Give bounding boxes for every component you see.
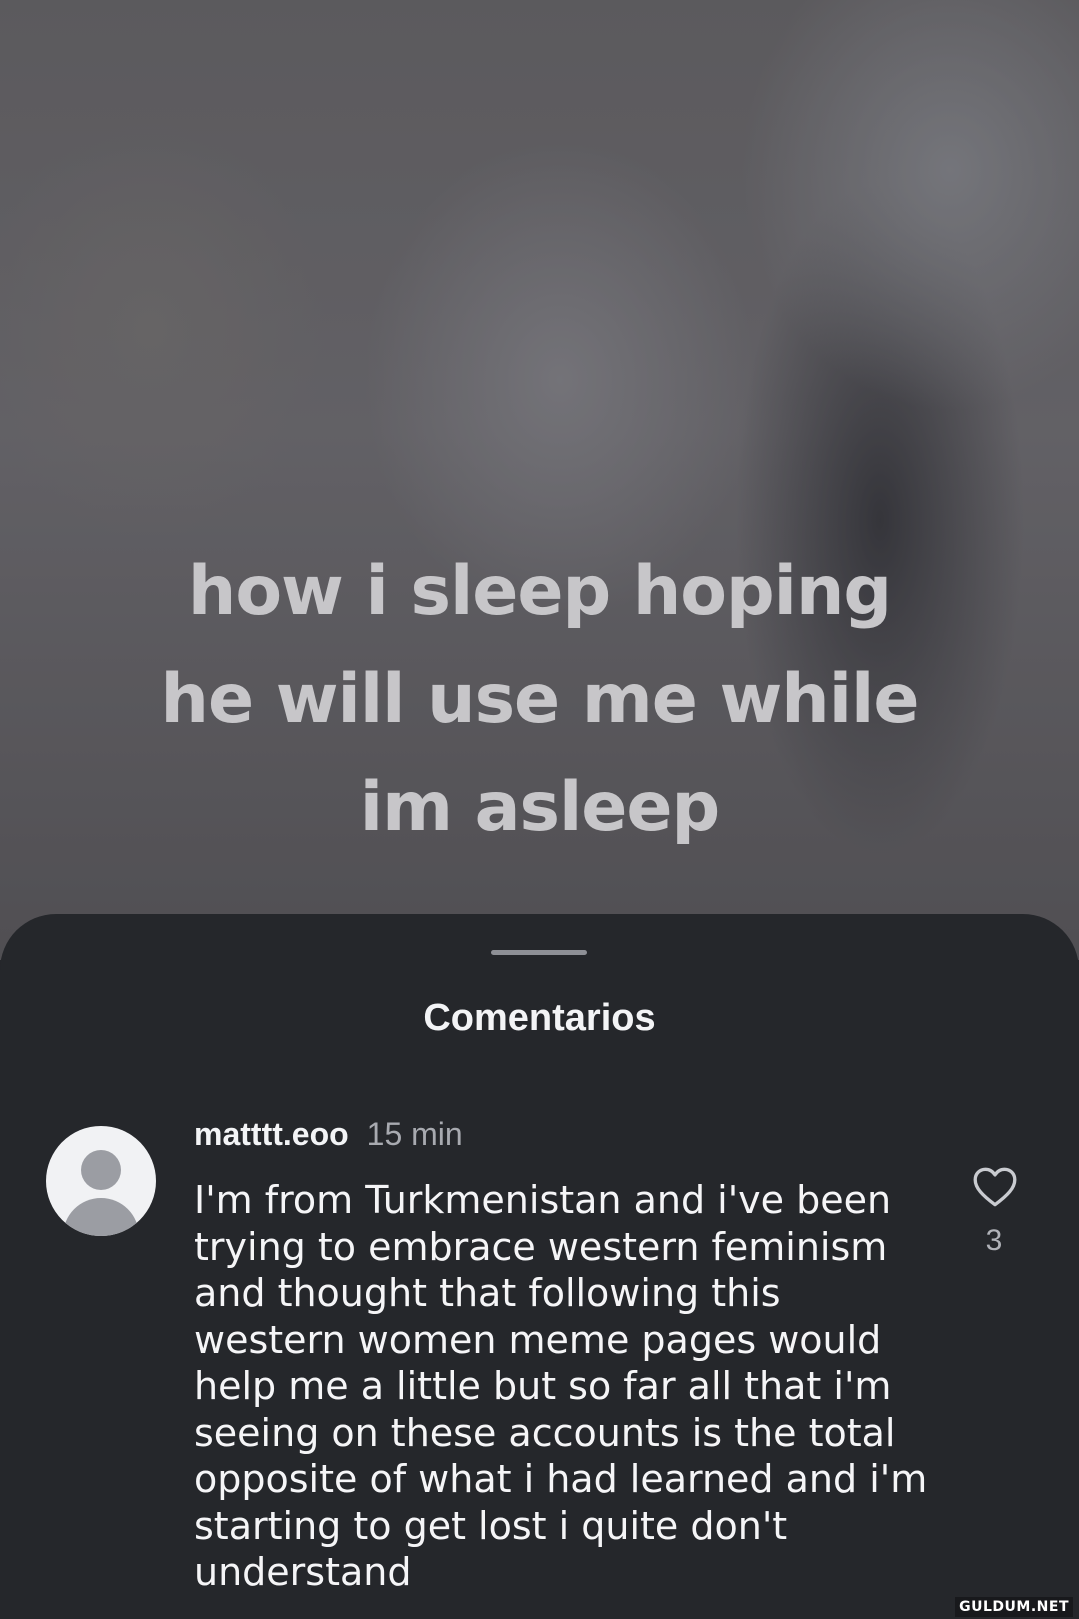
caption-line: how i sleep hoping — [187, 552, 892, 631]
comment-username[interactable]: matttt.eoo — [194, 1116, 349, 1152]
screen: how i sleep hoping he will use me while … — [0, 0, 1079, 1619]
avatar-head — [81, 1150, 121, 1190]
post-media[interactable]: how i sleep hoping he will use me while … — [0, 0, 1079, 960]
comments-sheet: Comentarios matttt.eoo 15 min I'm from Tu… — [0, 914, 1079, 1619]
avatar-body — [63, 1198, 139, 1236]
default-avatar-icon[interactable] — [46, 1126, 156, 1236]
comment-time: 15 min — [366, 1116, 463, 1152]
like-count: 3 — [985, 1224, 1003, 1257]
comment-meta: matttt.eoo 15 min — [194, 1116, 463, 1153]
sheet-drag-handle[interactable] — [491, 950, 587, 955]
watermark: GULDUM.NET — [955, 1597, 1073, 1617]
caption-line: he will use me while — [160, 660, 920, 739]
caption-line: im asleep — [359, 768, 720, 847]
media-caption: how i sleep hoping he will use me while … — [0, 538, 1079, 862]
comment-text: I'm from Turkmenistan and i've been tryi… — [194, 1178, 928, 1594]
heart-icon[interactable] — [970, 1162, 1020, 1212]
sheet-title: Comentarios — [423, 997, 656, 1039]
